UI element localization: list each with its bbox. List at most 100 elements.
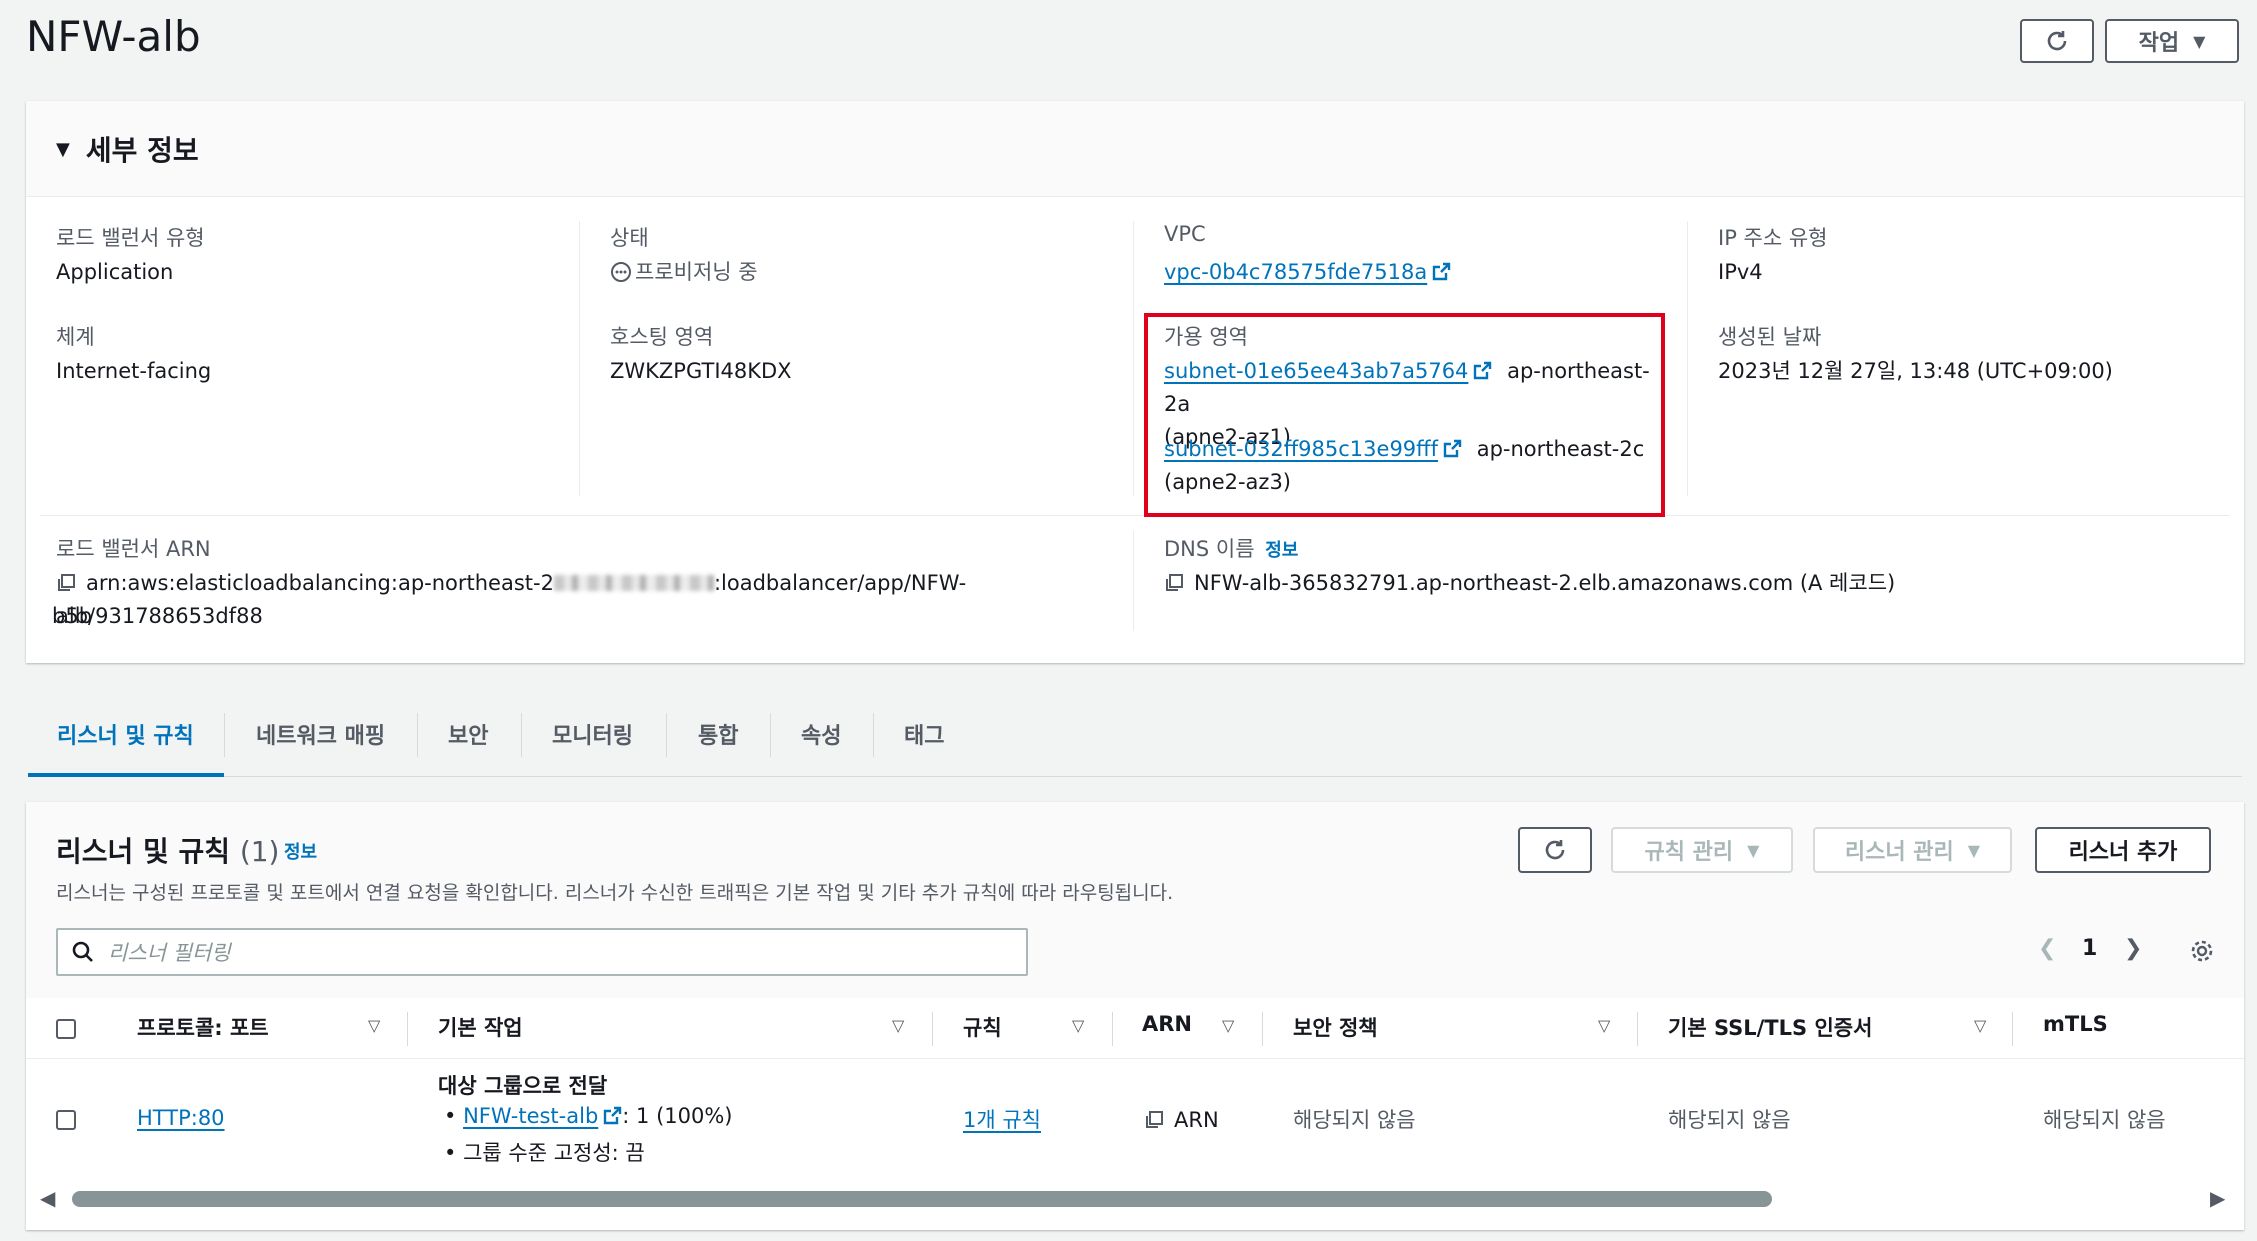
vpc-link[interactable]: vpc-0b4c78575fde7518a [1164,260,1427,284]
listeners-info-link[interactable]: 정보 [284,838,317,864]
col-ssl-cert[interactable]: 기본 SSL/TLS 인증서 [1668,1012,1872,1042]
listeners-description: 리스너는 구성된 프로토콜 및 포트에서 연결 요청을 확인합니다. 리스너가 … [56,882,1174,904]
add-listener-button[interactable]: 리스너 추가 [2035,827,2211,873]
caret-down-icon: ▼ [1747,840,1760,860]
dns-value: NFW-alb-365832791.ap-northeast-2.elb.ama… [1164,567,1895,600]
copy-icon[interactable] [1144,1110,1164,1130]
listener-protocol-link[interactable]: HTTP:80 [137,1106,225,1130]
listeners-refresh-button[interactable] [1518,827,1592,873]
details-header[interactable]: ▼ 세부 정보 [26,101,2244,197]
refresh-button[interactable] [2020,19,2094,63]
tab-network-mapping[interactable]: 네트워크 매핑 [256,718,385,750]
dns-text: NFW-alb-365832791.ap-northeast-2.elb.ama… [1194,571,1896,595]
rules-link[interactable]: 1개 규칙 [963,1104,1041,1134]
manage-listener-label: 리스너 관리 [1844,840,1954,865]
redacted-account-id [553,575,714,591]
ssl-cert-cell: 해당되지 않음 [1668,1108,1791,1132]
state-text: 프로비저닝 중 [635,260,758,284]
sort-icon[interactable]: ▽ [1222,1016,1234,1035]
row-checkbox[interactable] [56,1110,76,1130]
ip-type-label: IP 주소 유형 [1718,226,1828,250]
col-security-policy[interactable]: 보안 정책 [1293,1012,1378,1042]
next-page-icon[interactable]: ❯ [2124,936,2142,961]
created-value: 2023년 12월 27일, 13:48 (UTC+09:00) [1718,359,2113,383]
tab-monitoring[interactable]: 모니터링 [552,718,633,750]
security-policy-cell: 해당되지 않음 [1293,1108,1416,1132]
listeners-panel: 리스너 및 규칙 (1) 정보 리스너는 구성된 프로토콜 및 포트에서 연결 … [26,802,2244,1230]
copy-icon[interactable] [56,573,76,593]
search-icon [72,941,93,962]
mtls-cell: 해당되지 않음 [2043,1108,2166,1132]
actions-label: 작업 [2138,31,2180,56]
state-value: 프로비저닝 중 [610,256,758,289]
add-listener-label: 리스너 추가 [2068,840,2178,865]
ip-type-value: IPv4 [1718,260,1763,284]
arn-label: 로드 밸런서 ARN [56,537,211,561]
scroll-left-icon[interactable]: ◀ [40,1186,55,1210]
annotation-highlight-box [1144,313,1665,517]
scheme-label: 체계 [56,325,95,349]
stickiness-item: • 그룹 수준 고정성: 끔 [444,1141,645,1165]
hosted-zone-label: 호스팅 영역 [610,325,714,349]
col-default-action[interactable]: 기본 작업 [438,1012,523,1042]
sort-icon[interactable]: ▽ [1974,1016,1986,1035]
caret-down-icon: ▼ [1967,840,1981,860]
page-title: NFW-alb [26,12,201,61]
col-rules[interactable]: 규칙 [963,1012,1002,1042]
sort-icon[interactable]: ▽ [368,1016,380,1035]
select-all-checkbox[interactable] [56,1019,76,1039]
page-number[interactable]: 1 [2082,936,2097,961]
manage-rules-label: 규칙 관리 [1644,840,1734,865]
arn-prefix: arn:aws:elasticloadbalancing:ap-northeas… [86,571,554,595]
external-link-icon[interactable] [1431,262,1451,282]
actions-button[interactable]: 작업 ▼ [2105,19,2239,63]
tab-security[interactable]: 보안 [448,718,488,750]
tab-listeners-rules[interactable]: 리스너 및 규칙 [57,718,194,750]
refresh-icon [2047,31,2067,51]
col-protocol-port[interactable]: 프로토콜: 포트 [137,1012,269,1042]
dns-info-link[interactable]: 정보 [1265,540,1298,561]
external-link-icon[interactable] [602,1106,622,1126]
active-tab-indicator [28,773,224,777]
refresh-icon [1545,840,1565,860]
target-group-item: • NFW-test-alb: 1 (100%) [444,1104,733,1128]
vpc-label: VPC [1164,222,1206,246]
col-mtls[interactable]: mTLS [2043,1012,2108,1036]
dns-label-text: DNS 이름 [1164,537,1255,561]
horizontal-scrollbar[interactable] [72,1191,1772,1207]
lb-type-label: 로드 밸런서 유형 [56,226,205,250]
tab-tags[interactable]: 태그 [904,718,944,750]
copy-icon[interactable] [1164,573,1184,593]
listener-filter-input[interactable]: 리스너 필터링 [56,928,1028,976]
prev-page-icon[interactable]: ❮ [2038,936,2056,961]
dns-label: DNS 이름 정보 [1164,533,1298,563]
manage-rules-button[interactable]: 규칙 관리 ▼ [1611,827,1793,873]
expand-triangle-icon[interactable]: ▼ [56,139,70,160]
details-panel: ▼ 세부 정보 로드 밸런서 유형 Application 체계 Interne… [26,101,2244,663]
hosted-zone-value: ZWKZPGTI48KDX [610,359,792,383]
target-group-link[interactable]: NFW-test-alb [463,1104,598,1128]
arn-wrap: b5b [52,604,93,628]
details-title: 세부 정보 [85,134,199,167]
action-title: 대상 그룹으로 전달 [438,1074,608,1098]
scroll-right-icon[interactable]: ▶ [2210,1186,2225,1210]
pending-status-icon [611,262,631,282]
arn-cell: ARN [1144,1108,1219,1132]
arn-value: arn:aws:elasticloadbalancing:ap-northeas… [56,567,1116,633]
created-label: 생성된 날짜 [1718,325,1822,349]
target-weight: : 1 (100%) [622,1104,733,1128]
scheme-value: Internet-facing [56,359,212,383]
settings-gear-icon[interactable] [2189,938,2215,964]
filter-placeholder: 리스너 필터링 [108,941,231,965]
sort-icon[interactable]: ▽ [892,1016,904,1035]
lb-type-value: Application [56,260,174,284]
col-arn[interactable]: ARN [1142,1012,1192,1036]
listeners-title: 리스너 및 규칙 (1) [56,830,279,870]
listeners-title-text: 리스너 및 규칙 [56,835,231,868]
tab-integrations[interactable]: 통합 [698,718,738,750]
tab-attributes[interactable]: 속성 [801,718,841,750]
listeners-count: (1) [239,835,280,868]
manage-listener-button[interactable]: 리스너 관리 ▼ [1813,827,2012,873]
sort-icon[interactable]: ▽ [1598,1016,1610,1035]
sort-icon[interactable]: ▽ [1072,1016,1084,1035]
